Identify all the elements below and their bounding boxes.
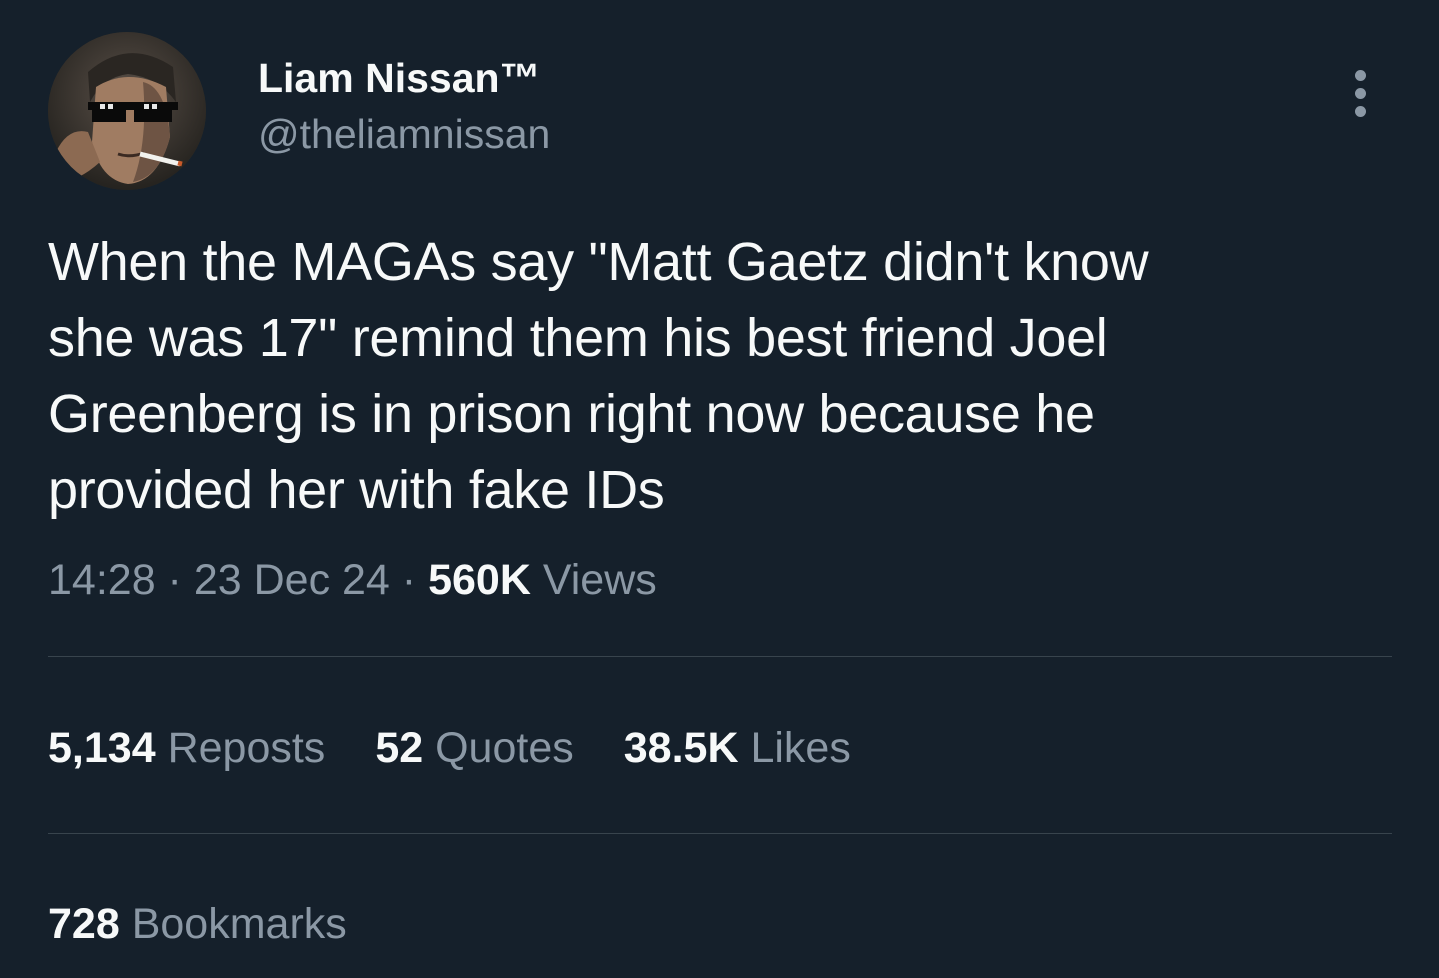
bookmarks-label: Bookmarks [131,900,347,948]
tweet-text-line: provided her with fake IDs [48,460,665,520]
more-dot [1354,69,1366,81]
tweet-date[interactable]: 23 Dec 24 [194,556,390,604]
engagement-stats: 5,134 Reposts 52 Quotes 38.5K Likes [48,720,901,776]
more-dot [1354,87,1366,99]
quotes-label: Quotes [435,724,574,772]
quotes-stat[interactable]: 52 Quotes [375,720,573,776]
reposts-label: Reposts [167,724,326,772]
tweet-detail: Liam Nissan™ @theliamnissan When the MAG… [0,0,1439,978]
bookmarks-count: 728 [48,900,120,948]
likes-stat[interactable]: 38.5K Likes [624,720,851,776]
tweet-text: When the MAGAs say "Matt Gaetz didn't kn… [48,224,1348,528]
avatar[interactable] [48,32,206,190]
reposts-stat[interactable]: 5,134 Reposts [48,720,325,776]
tweet-text-line: When the MAGAs say "Matt Gaetz didn't kn… [48,232,1149,292]
views-count: 560K [428,556,531,604]
user-handle[interactable]: @theliamnissan [258,108,550,160]
divider [48,656,1392,657]
likes-label: Likes [750,724,851,772]
quotes-count: 52 [375,724,424,772]
likes-count: 38.5K [623,724,739,772]
tweet-meta: 14:28 · 23 Dec 24 · 560K Views [48,552,657,608]
views-label: Views [542,556,657,604]
meta-separator: · [155,556,194,604]
more-dot [1354,105,1366,117]
divider [48,833,1392,834]
tweet-time[interactable]: 14:28 [48,556,156,604]
tweet-text-line: Greenberg is in prison right now because… [48,384,1095,444]
bookmarks-stat[interactable]: 728 Bookmarks [48,896,347,952]
more-options-icon[interactable] [1336,60,1384,126]
meta-separator: · [389,556,429,604]
tweet-text-line: she was 17" remind them his best friend … [48,308,1108,368]
display-name[interactable]: Liam Nissan™ [258,52,541,104]
profile-avatar-image [48,32,206,190]
reposts-count: 5,134 [48,724,156,772]
